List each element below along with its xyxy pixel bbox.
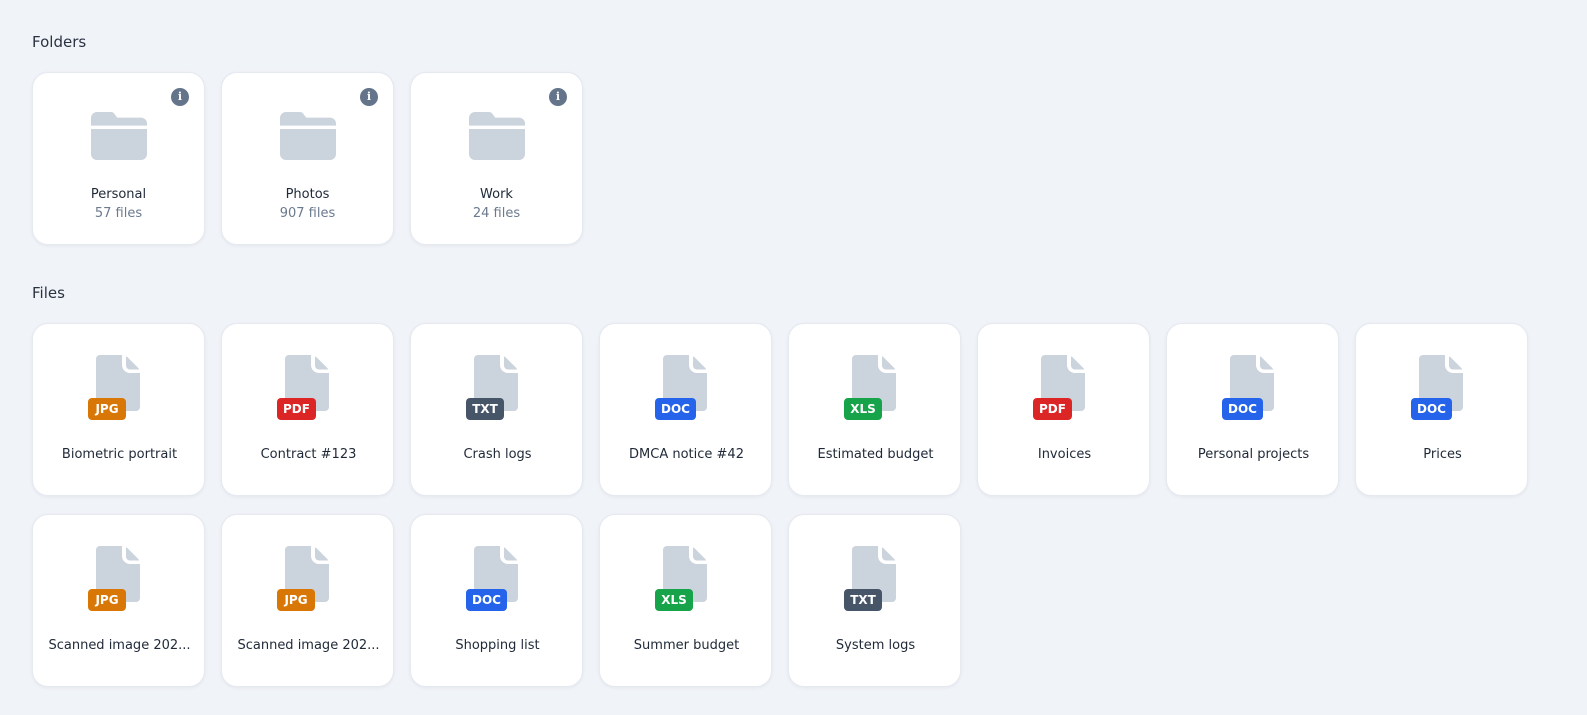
info-icon[interactable]: i [171, 88, 189, 106]
file-type-badge: DOC [466, 589, 507, 611]
file-name: Summer budget [633, 638, 740, 653]
file-type-badge: XLS [655, 589, 693, 611]
file-card[interactable]: PDF Invoices [977, 323, 1150, 496]
file-type-badge: PDF [1033, 398, 1072, 420]
file-type-badge: JPG [88, 398, 126, 420]
file-name: Estimated budget [817, 447, 934, 462]
folder-file-count: 907 files [279, 206, 336, 221]
file-type-badge: JPG [277, 589, 315, 611]
file-card[interactable]: XLS Estimated budget [788, 323, 961, 496]
folder-file-count: 24 files [472, 206, 521, 221]
folders-grid: i Personal 57 files i Photos 907 files i… [32, 72, 1572, 245]
file-type-badge: DOC [1411, 398, 1452, 420]
file-card[interactable]: JPG Scanned image 202... [32, 514, 205, 687]
file-name: Biometric portrait [61, 447, 178, 462]
file-card[interactable]: DOC Shopping list [410, 514, 583, 687]
folder-name: Personal [90, 187, 147, 202]
file-type-badge: XLS [844, 398, 882, 420]
file-type-badge: TXT [844, 589, 882, 611]
file-card[interactable]: DOC Prices [1355, 323, 1528, 496]
info-icon[interactable]: i [360, 88, 378, 106]
folders-heading: Folders [32, 33, 87, 51]
files-heading: Files [32, 284, 65, 302]
file-type-badge: TXT [466, 398, 504, 420]
file-name: Scanned image 202... [237, 638, 380, 653]
file-type-badge: PDF [277, 398, 316, 420]
file-name: Scanned image 202... [48, 638, 191, 653]
folder-icon [280, 112, 336, 160]
folder-icon [469, 112, 525, 160]
file-name: Personal projects [1197, 447, 1310, 462]
file-name: System logs [835, 638, 916, 653]
file-type-badge: JPG [88, 589, 126, 611]
file-card[interactable]: JPG Scanned image 202... [221, 514, 394, 687]
file-card[interactable]: TXT Crash logs [410, 323, 583, 496]
file-card[interactable]: XLS Summer budget [599, 514, 772, 687]
file-browser: Folders i Personal 57 files i Photos 907… [0, 0, 1587, 715]
file-type-badge: DOC [655, 398, 696, 420]
folder-name: Photos [285, 187, 330, 202]
file-card[interactable]: PDF Contract #123 [221, 323, 394, 496]
files-grid: JPG Biometric portrait PDF Contract #123… [32, 323, 1572, 687]
folder-icon [91, 112, 147, 160]
folder-card[interactable]: i Personal 57 files [32, 72, 205, 245]
file-name: Prices [1423, 447, 1462, 462]
file-name: Invoices [1037, 447, 1092, 462]
file-type-badge: DOC [1222, 398, 1263, 420]
file-name: DMCA notice #42 [629, 447, 744, 462]
info-icon[interactable]: i [549, 88, 567, 106]
folder-card[interactable]: i Work 24 files [410, 72, 583, 245]
file-card[interactable]: DOC Personal projects [1166, 323, 1339, 496]
folder-name: Work [480, 187, 513, 202]
folder-card[interactable]: i Photos 907 files [221, 72, 394, 245]
file-name: Crash logs [463, 447, 532, 462]
file-name: Shopping list [455, 638, 540, 653]
folder-file-count: 57 files [94, 206, 143, 221]
file-name: Contract #123 [260, 447, 357, 462]
file-card[interactable]: DOC DMCA notice #42 [599, 323, 772, 496]
file-card[interactable]: TXT System logs [788, 514, 961, 687]
file-card[interactable]: JPG Biometric portrait [32, 323, 205, 496]
